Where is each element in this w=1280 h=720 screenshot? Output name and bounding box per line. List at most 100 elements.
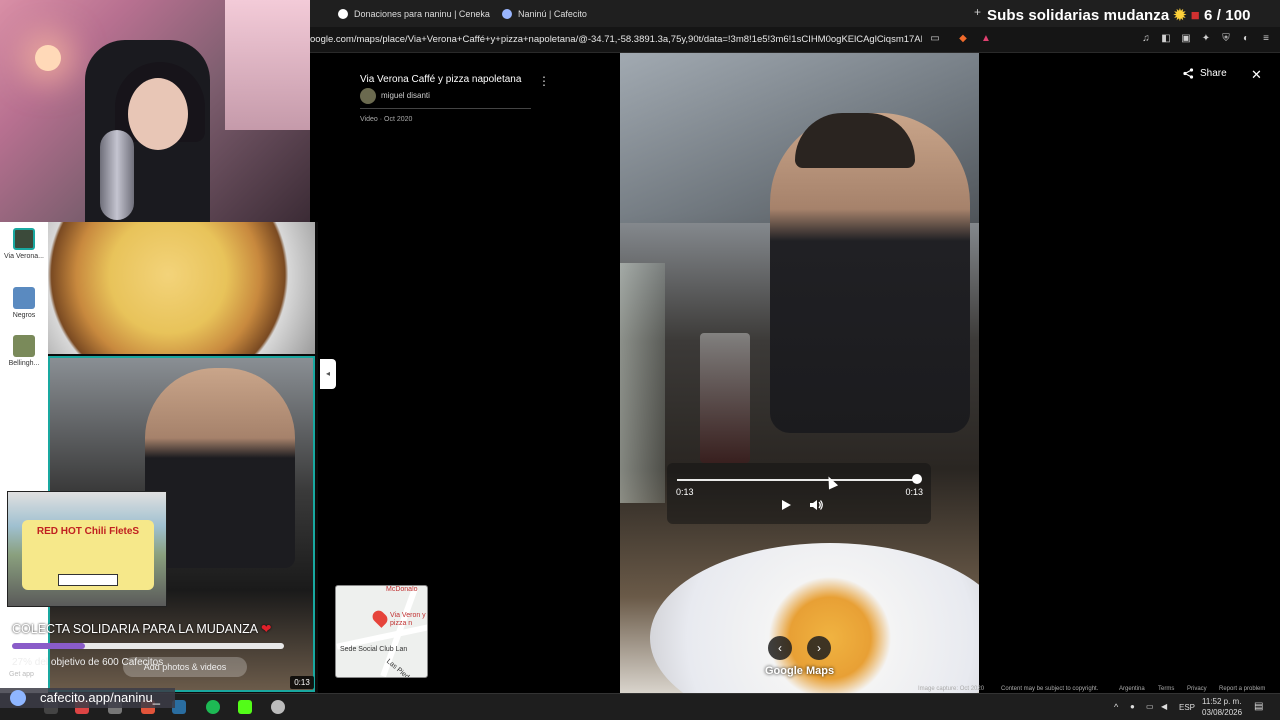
new-tab-button[interactable]: +: [974, 5, 981, 19]
duration: 0:13: [905, 487, 923, 497]
map-pin-icon: [370, 608, 390, 628]
privacy-link[interactable]: Privacy: [1187, 686, 1207, 692]
thumbnail-duration: 0:13: [290, 676, 314, 689]
tab-donaciones[interactable]: Donaciones para naninu | Ceneka: [338, 4, 490, 24]
webcam-face: [128, 78, 188, 150]
webcam-background-shelf: [225, 0, 310, 130]
map-label-mcdonalds: McDonalo: [386, 586, 418, 593]
webcam-feed: [0, 0, 310, 222]
app-icon[interactable]: [271, 700, 285, 714]
divider: [360, 108, 531, 109]
wallet-icon[interactable]: ▣: [1180, 33, 1192, 45]
donation-banner: COLECTA SOLIDARIA PARA LA MUDANZA ❤ 27% …: [7, 614, 289, 686]
volume-icon[interactable]: [809, 498, 823, 512]
minimap[interactable]: McDonalo Via Veron y pizza n Sede Social…: [335, 585, 428, 678]
collapse-panel-button[interactable]: ◂: [320, 359, 336, 389]
author-avatar[interactable]: [360, 88, 376, 104]
image-capture-date: Image capture: Oct 2020: [918, 686, 985, 692]
maps-info-panel: Via Verona Caffé y pizza napoletana ⋮ mi…: [320, 53, 620, 693]
clock-time[interactable]: 11:52 p. m.: [1202, 697, 1241, 706]
progress-bar[interactable]: [677, 479, 917, 481]
donation-progress-fill: [12, 643, 86, 649]
donation-title: COLECTA SOLIDARIA PARA LA MUDANZA ❤: [12, 621, 271, 636]
more-options-icon[interactable]: ⋮: [538, 74, 550, 88]
rail-item-negros[interactable]: Negros: [4, 287, 44, 319]
thumbnail-pizza[interactable]: [48, 222, 315, 354]
report-problem-link[interactable]: Report a problem: [1219, 686, 1265, 692]
spotify-icon[interactable]: [206, 700, 220, 714]
video-player[interactable]: [620, 53, 979, 693]
google-maps-logo: Google Maps: [765, 665, 835, 677]
tab-label: Naninú | Cafecito: [518, 9, 587, 19]
kick-icon[interactable]: [238, 700, 252, 714]
truck-plate: [58, 574, 118, 586]
brave-rewards-icon[interactable]: ▲: [980, 33, 992, 45]
author-name[interactable]: miguel disanti: [381, 91, 430, 100]
extensions-icon[interactable]: ✦: [1200, 33, 1212, 45]
video-controls: 0:13 0:13: [667, 463, 931, 524]
truck-image: RED HOT Chili FleteS: [7, 491, 167, 607]
rail-label: Via Verona...: [4, 253, 44, 260]
leo-icon[interactable]: ◐: [1240, 33, 1252, 45]
notifications-icon[interactable]: ▤: [1254, 701, 1263, 712]
rail-thumb: [13, 287, 35, 309]
donation-subtitle: 27% del objetivo de 600 Cafecitos: [12, 657, 164, 668]
copyright-notice: Content may be subject to copyright.: [1001, 686, 1099, 692]
sun-icon: ✹: [1173, 7, 1187, 24]
cafecito-url: cafecito.app/naninu_: [40, 690, 160, 705]
taskbar: ^ ● ▭ ◀ ESP 11:52 p. m. 03/08/2026 ▤: [0, 693, 1280, 720]
rail-label: Bellingh...: [8, 360, 40, 367]
country-link[interactable]: Argentina: [1119, 686, 1145, 692]
close-icon[interactable]: ✕: [1251, 67, 1262, 83]
truck-sign: RED HOT Chili FleteS: [36, 526, 140, 537]
sidebar-icon[interactable]: ◧: [1160, 33, 1172, 45]
speaker-icon[interactable]: ◀: [1161, 702, 1167, 711]
play-icon[interactable]: [779, 498, 793, 512]
share-label: Share: [1200, 68, 1227, 79]
video-glass: [700, 333, 750, 463]
language-indicator[interactable]: ESP: [1179, 703, 1195, 712]
previous-media-button[interactable]: ‹: [768, 636, 792, 660]
heart-icon: ❤: [260, 622, 272, 636]
rail-thumb: [13, 335, 35, 357]
progress-handle[interactable]: [912, 474, 922, 484]
ceneka-icon: [338, 9, 348, 19]
subs-title-text: Subs solidarias mudanza: [987, 7, 1170, 24]
menu-icon[interactable]: ≡: [1260, 33, 1272, 45]
share-button[interactable]: Share: [1183, 68, 1227, 79]
get-app-link[interactable]: Get app: [9, 671, 34, 678]
cafecito-url-banner: cafecito.app/naninu_: [0, 688, 175, 708]
tray-chevron-icon[interactable]: ^: [1114, 702, 1118, 712]
rail-label: Negros: [12, 312, 36, 319]
brave-shield-icon[interactable]: ◆: [957, 33, 969, 45]
share-icon: [1183, 68, 1194, 79]
cafecito-icon: [10, 690, 26, 706]
webcam-lamp: [35, 45, 61, 71]
microphone-icon[interactable]: ●: [1130, 702, 1135, 711]
donation-title-text: COLECTA SOLIDARIA PARA LA MUDANZA: [12, 622, 258, 636]
video-date: Video · Oct 2020: [360, 116, 413, 123]
place-title[interactable]: Via Verona Caffé y pizza napoletana: [360, 74, 521, 85]
vpn-icon[interactable]: ⛨: [1220, 33, 1232, 45]
media-icon[interactable]: ♫: [1140, 33, 1152, 45]
url-field[interactable]: oogle.com/maps/place/Via+Verona+Caffé+y+…: [310, 34, 922, 45]
tab-label: Donaciones para naninu | Ceneka: [354, 9, 490, 19]
thumbnail-person: [145, 368, 295, 568]
subs-counter: 6 / 100: [1204, 7, 1251, 24]
cast-icon[interactable]: ▭: [929, 33, 941, 45]
terms-link[interactable]: Terms: [1158, 686, 1174, 692]
microphone-icon: [100, 130, 134, 220]
address-bar: oogle.com/maps/place/Via+Verona+Caffé+y+…: [310, 27, 1280, 53]
current-time: 0:13: [676, 487, 694, 497]
cafecito-icon: [502, 9, 512, 19]
clock-date[interactable]: 03/08/2026: [1202, 708, 1242, 717]
donation-progress-bar: [12, 643, 284, 649]
subs-overlay-title: Subs solidarias mudanza ✹ ■ 6 / 100: [987, 6, 1251, 24]
rail-item-bellingham[interactable]: Bellingh...: [4, 335, 44, 367]
next-media-button[interactable]: ›: [807, 636, 831, 660]
rail-thumb: [13, 228, 35, 250]
tab-cafecito[interactable]: Naninú | Cafecito: [502, 4, 587, 24]
network-icon[interactable]: ▭: [1146, 702, 1154, 711]
rail-item-via-verona[interactable]: Via Verona...: [4, 228, 44, 260]
map-label-place: Via Veron y pizza n: [390, 612, 426, 627]
